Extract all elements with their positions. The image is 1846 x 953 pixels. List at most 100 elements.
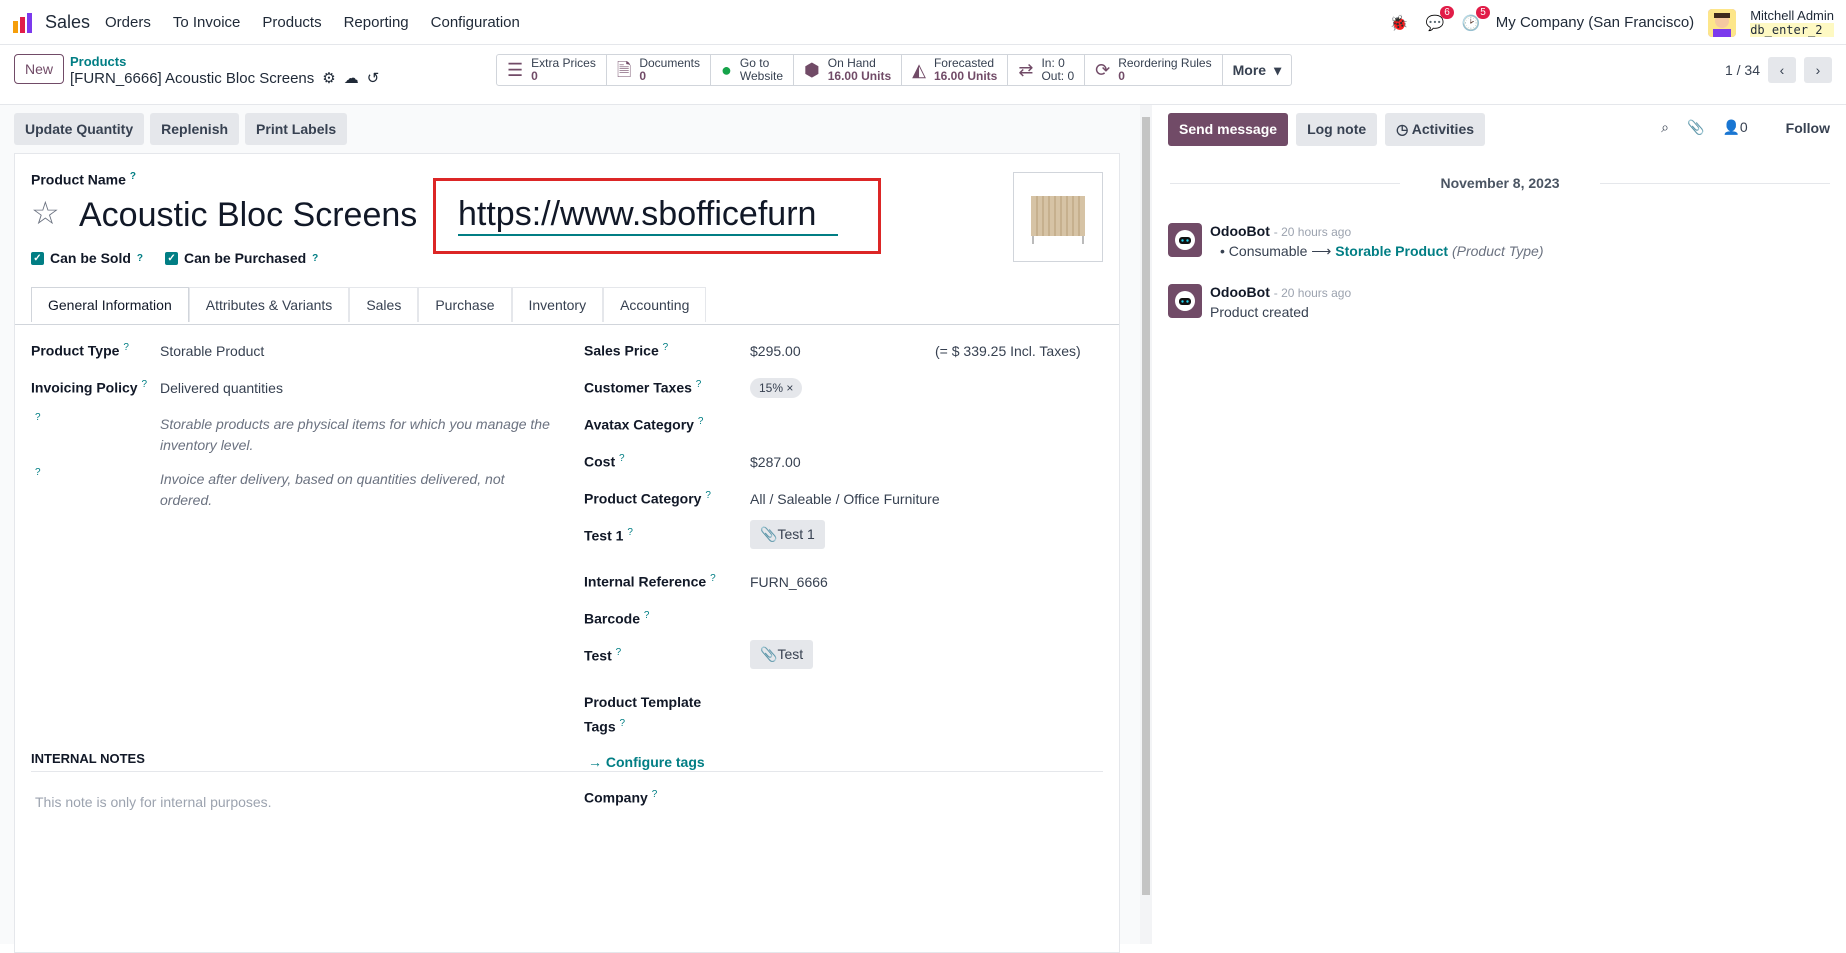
cost-field[interactable]: $287.00	[750, 454, 801, 470]
more-button[interactable]: More ▾	[1223, 55, 1291, 85]
url-input[interactable]	[458, 195, 838, 236]
message-author[interactable]: OdooBot	[1210, 223, 1270, 239]
tax-tag-label: 15%	[759, 381, 784, 395]
tab-inventory[interactable]: Inventory	[511, 287, 604, 322]
messages-badge: 6	[1440, 5, 1454, 19]
test1-field[interactable]: 📎Test 1	[750, 520, 825, 549]
cloud-upload-icon[interactable]: ☁	[344, 69, 359, 87]
help-icon[interactable]: ?	[710, 573, 716, 584]
help-icon[interactable]: ?	[137, 253, 143, 264]
sales-price-field[interactable]: $295.00	[750, 343, 801, 359]
user-avatar[interactable]	[1708, 8, 1737, 37]
menu-orders[interactable]: Orders	[105, 14, 151, 31]
go-to-website-button[interactable]: ● Go to Website	[711, 55, 795, 85]
bug-icon[interactable]: 🐞	[1388, 12, 1410, 34]
product-category-field[interactable]: All / Saleable / Office Furniture	[750, 491, 940, 507]
tab-sales[interactable]: Sales	[349, 287, 419, 322]
in-out-button[interactable]: ⇄ In: 0 Out: 0	[1008, 55, 1086, 85]
field-label: Tags	[584, 718, 616, 735]
send-message-button[interactable]: Send message	[1168, 113, 1289, 146]
on-hand-button[interactable]: ⬢ On Hand 16.00 Units	[794, 55, 903, 85]
pager-value[interactable]: 1 / 34	[1725, 62, 1760, 78]
print-labels-button[interactable]: Print Labels	[245, 113, 348, 145]
follow-button[interactable]: Follow	[1786, 120, 1830, 136]
help-icon[interactable]: ?	[705, 490, 711, 501]
search-icon[interactable]: ⌕	[1661, 119, 1669, 136]
tab-purchase[interactable]: Purchase	[418, 287, 512, 322]
help-icon[interactable]: ?	[619, 453, 625, 464]
help-icon[interactable]: ?	[663, 342, 669, 353]
scrollbar-thumb[interactable]	[1142, 117, 1150, 895]
help-icon[interactable]: ?	[698, 416, 704, 427]
internal-reference-field[interactable]: FURN_6666	[750, 574, 828, 590]
paperclip-icon[interactable]: 📎	[1687, 119, 1704, 136]
chevron-left-icon: ‹	[1779, 62, 1785, 78]
customer-taxes-field[interactable]: 15% ×	[750, 378, 803, 398]
star-icon[interactable]: ☆	[31, 194, 60, 232]
navbar-right: 🐞 💬 6 🕑 5 My Company (San Francisco) Mitch…	[1388, 5, 1834, 39]
menu-to-invoice[interactable]: To Invoice	[173, 14, 241, 31]
help-icon[interactable]: ?	[123, 342, 129, 353]
avatax-category-row: Avatax Category ?	[584, 416, 703, 433]
log-note-button[interactable]: Log note	[1296, 113, 1378, 146]
message-author[interactable]: OdooBot	[1210, 284, 1270, 300]
help-icon[interactable]: ?	[35, 412, 41, 429]
gear-icon[interactable]: ⚙	[322, 69, 335, 87]
help-icon[interactable]: ?	[312, 253, 318, 264]
test1-button[interactable]: 📎Test 1	[750, 520, 825, 549]
help-icon[interactable]: ?	[620, 718, 626, 729]
help-icon[interactable]: ?	[616, 647, 622, 658]
internal-notes-field[interactable]: This note is only for internal purposes.	[35, 794, 272, 810]
company-switcher[interactable]: My Company (San Francisco)	[1496, 14, 1694, 31]
test-field[interactable]: 📎Test	[750, 640, 814, 669]
followers-button[interactable]: 👤0	[1722, 119, 1747, 136]
help-icon[interactable]: ?	[652, 789, 658, 800]
activities-button[interactable]: ◷ Activities	[1385, 113, 1486, 146]
pager-next-button[interactable]: ›	[1804, 57, 1832, 83]
test-button[interactable]: 📎Test	[750, 640, 814, 669]
can-be-purchased-checkbox[interactable]: ✓ Can be Purchased?	[165, 250, 318, 266]
help-icon[interactable]: ?	[696, 379, 702, 390]
user-menu[interactable]: Mitchell Admin db_enter_2	[1750, 8, 1834, 37]
button-label: Activities	[1411, 121, 1475, 137]
menu-products[interactable]: Products	[262, 14, 321, 31]
configure-tags-link[interactable]: → Configure tags	[588, 754, 705, 770]
help-icon[interactable]: ?	[130, 171, 136, 182]
exchange-icon: ⇄	[1018, 59, 1034, 80]
menu-reporting[interactable]: Reporting	[344, 14, 409, 31]
reordering-rules-button[interactable]: ⟳ Reordering Rules 0	[1085, 55, 1223, 85]
product-name-field[interactable]: Acoustic Bloc Screens	[79, 196, 417, 235]
help-icon[interactable]: ?	[644, 610, 650, 621]
menu-configuration[interactable]: Configuration	[431, 14, 520, 31]
tab-general-information[interactable]: General Information	[31, 287, 189, 322]
test-row: Test ?	[584, 647, 621, 664]
help-icon[interactable]: ?	[627, 527, 633, 538]
app-name[interactable]: Sales	[45, 12, 90, 33]
help-icon[interactable]: ?	[35, 467, 41, 484]
extra-prices-button[interactable]: ☰ Extra Prices 0	[497, 55, 607, 85]
tab-accounting[interactable]: Accounting	[603, 287, 707, 322]
new-button[interactable]: New	[14, 54, 65, 84]
product-type-field[interactable]: Storable Product	[160, 343, 264, 359]
notes-divider	[31, 771, 1103, 772]
tab-attributes-variants[interactable]: Attributes & Variants	[188, 287, 350, 322]
messaging-icon[interactable]: 💬 6	[1424, 5, 1454, 34]
can-be-sold-checkbox[interactable]: ✓ Can be Sold?	[31, 250, 143, 266]
invoicing-policy-field[interactable]: Delivered quantities	[160, 380, 283, 396]
activity-clock-icon[interactable]: 🕑 5	[1460, 5, 1490, 34]
documents-button[interactable]: 🗎 Documents 0	[607, 55, 712, 85]
close-icon[interactable]: ×	[786, 381, 793, 395]
replenish-button[interactable]: Replenish	[150, 113, 240, 145]
odoobot-avatar	[1168, 284, 1202, 318]
help-icon[interactable]: ?	[141, 379, 147, 390]
form-scrollbar[interactable]	[1140, 105, 1152, 944]
sales-app-icon[interactable]	[12, 12, 34, 34]
discard-icon[interactable]: ↺	[367, 69, 380, 87]
product-image[interactable]	[1013, 172, 1103, 262]
forecasted-button[interactable]: ◭ Forecasted 16.00 Units	[902, 55, 1009, 85]
pager-previous-button[interactable]: ‹	[1768, 57, 1796, 83]
update-quantity-button[interactable]: Update Quantity	[14, 113, 145, 145]
cubes-icon: ⬢	[804, 59, 820, 80]
breadcrumb-parent[interactable]: Products	[70, 54, 379, 69]
button-label: Test 1	[777, 526, 815, 542]
